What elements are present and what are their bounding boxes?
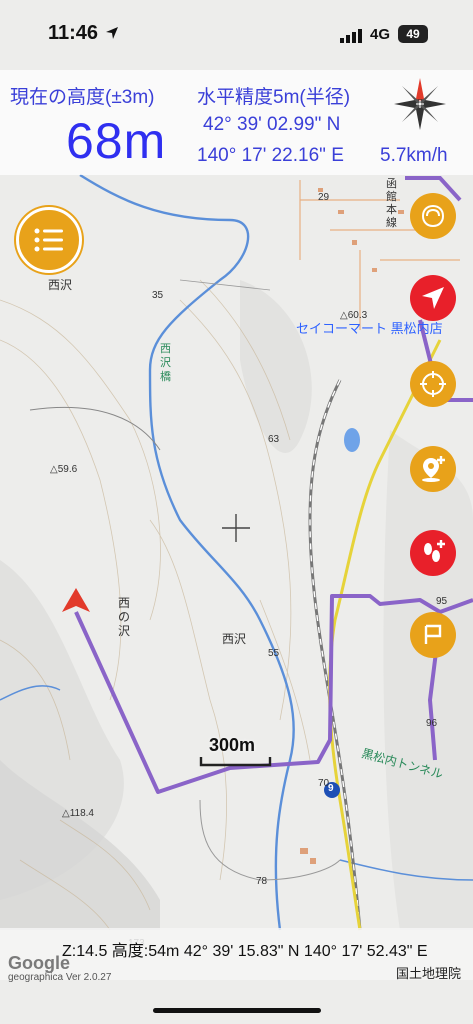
map-label: 西沢 (222, 632, 247, 646)
map-label: 西沢橋 (160, 343, 171, 383)
map-label: 96 (426, 718, 438, 729)
map-label: 西沢 (48, 278, 73, 292)
scale-label: 300m (209, 735, 256, 755)
crosshair-target-icon (420, 371, 446, 397)
menu-icon (34, 228, 63, 252)
map-source-credit[interactable]: 国土地理院 (396, 963, 461, 982)
map-label: 70 (318, 778, 330, 789)
spiral-icon (422, 205, 444, 227)
map-label: 西の沢 (118, 596, 131, 638)
altitude-label: 現在の高度(±3m) (10, 87, 155, 108)
poi-label[interactable]: セイコーマート 黒松内店 (296, 318, 443, 337)
add-footprints-icon (424, 540, 445, 562)
map-label: 55 (268, 648, 280, 659)
menu-button[interactable] (16, 207, 82, 273)
app-version: geographica Ver 2.0.27 (8, 972, 112, 983)
spiral-button[interactable] (410, 193, 456, 239)
flag-button[interactable] (410, 612, 456, 658)
speed-value: 5.7km/h (380, 145, 448, 166)
map-label: 29 (318, 192, 330, 203)
map-label: △59.6 (50, 464, 78, 475)
altitude-value: 68m (66, 113, 167, 169)
map-label: 63 (268, 434, 280, 445)
map-label: 78 (256, 876, 268, 887)
location-services-icon (106, 27, 118, 39)
cellular-signal-icon (340, 29, 362, 43)
latitude-value: 42° 39' 02.99" N (203, 114, 341, 135)
map-label: 95 (436, 596, 448, 607)
network-type: 4G (370, 26, 391, 43)
add-footprints-button[interactable] (410, 530, 456, 576)
battery-icon: 49 (398, 25, 428, 43)
add-pin-icon (422, 456, 445, 482)
cursor-coordinates: Z:14.5 高度:54m 42° 39' 15.83" N 140° 17' … (62, 943, 428, 960)
status-bar: 11:46 4G 49 (0, 0, 473, 70)
add-pin-button[interactable] (410, 446, 456, 492)
flag-icon (424, 624, 442, 644)
navigation-arrow-icon (422, 287, 444, 309)
horizontal-accuracy: 水平精度5m(半径) (197, 87, 351, 108)
map-label: 函館本線 (386, 178, 397, 229)
navigation-button[interactable] (410, 275, 456, 321)
compass-icon[interactable] (392, 76, 448, 132)
status-time: 11:46 (48, 22, 99, 44)
map-label: 35 (152, 290, 164, 301)
home-indicator[interactable] (153, 1008, 321, 1013)
crosshair-button[interactable] (410, 361, 456, 407)
longitude-value: 140° 17' 22.16" E (197, 145, 344, 166)
google-logo: Google (8, 953, 70, 973)
map-label: △118.4 (62, 808, 94, 819)
